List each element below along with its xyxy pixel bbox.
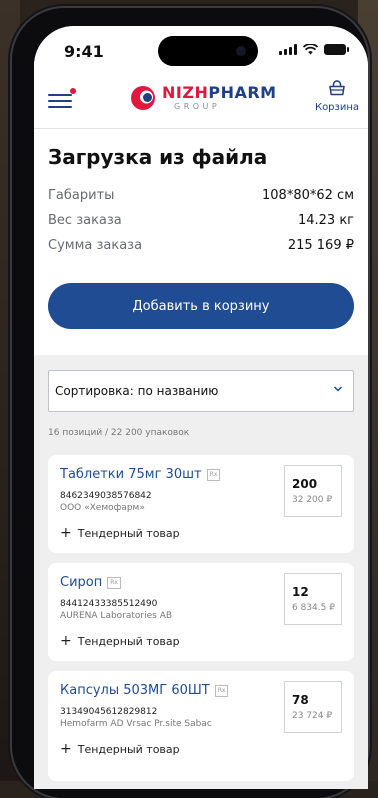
product-name: Таблетки 75мг 30шт: [60, 467, 202, 482]
summary-row-dimensions: Габариты 108*80*62 см: [48, 188, 354, 203]
logo-group: GROUP: [174, 102, 221, 111]
product-code: 84412433385512490: [60, 599, 158, 609]
summary-label: Габариты: [48, 188, 115, 203]
page-title: Загрузка из файла: [48, 145, 268, 169]
sort-label: Сортировка: по названию: [55, 384, 219, 398]
menu-icon[interactable]: [48, 88, 76, 110]
summary-row-weight: Вес заказа 14.23 кг: [48, 213, 354, 228]
product-name: Капсулы 503МГ 60ШТ: [60, 683, 210, 698]
tender-toggle[interactable]: + Тендерный товар: [60, 525, 180, 541]
cart-label: Корзина: [314, 102, 360, 113]
summary-value: 14.23 кг: [297, 213, 354, 228]
tender-label: Тендерный товар: [77, 634, 180, 648]
plus-icon: +: [60, 741, 72, 757]
logo-text: NIZHPHARM GROUP: [162, 85, 277, 111]
status-icons: [279, 44, 349, 55]
chevron-down-icon: [333, 386, 343, 392]
cart-button[interactable]: Корзина: [314, 80, 360, 113]
battery-icon: [324, 44, 349, 55]
status-time: 9:41: [64, 42, 104, 61]
tender-label: Тендерный товар: [77, 742, 180, 756]
quantity-value: 12: [292, 585, 309, 599]
product-manufacturer: Hemofarm AD Vrsac Pr.site Sabac: [60, 719, 212, 729]
signal-icon: [279, 44, 297, 55]
quantity-box[interactable]: 200 32 200 ₽: [284, 465, 342, 517]
summary-label: Сумма заказа: [48, 238, 143, 253]
rx-badge: Rx: [214, 684, 229, 697]
product-manufacturer: AURENA Laboratories AB: [60, 611, 173, 621]
product-name: Сироп: [60, 575, 103, 590]
product-code: 8462349038576842: [60, 491, 152, 501]
notification-dot: [70, 88, 76, 94]
tender-toggle[interactable]: + Тендерный товар: [60, 633, 180, 649]
summary-value: 108*80*62 см: [262, 188, 354, 203]
wifi-icon: [303, 44, 318, 55]
quantity-value: 78: [292, 693, 309, 707]
add-to-cart-button[interactable]: Добавить в корзину: [48, 283, 354, 329]
quantity-box[interactable]: 78 23 724 ₽: [284, 681, 342, 733]
camera-icon: [236, 46, 246, 56]
phone-frame: 9:41 NIZHPHARM GROUP Корзина Загрузка из…: [12, 8, 368, 798]
item-sum: 23 724 ₽: [292, 711, 333, 721]
product-card: Капсулы 503МГ 60ШТ Rx 31349045612829812 H…: [48, 671, 354, 781]
rx-badge: Rx: [206, 468, 221, 481]
items-count: 16 позиций / 22 200 упаковок: [48, 428, 190, 438]
plus-icon: +: [60, 525, 72, 541]
nizhpharm-logo[interactable]: NIZHPHARM GROUP: [130, 78, 277, 118]
summary-label: Вес заказа: [48, 213, 122, 228]
product-card: Таблетки 75мг 30шт Rx 8462349038576842 ОО…: [48, 455, 354, 553]
status-bar: 9:41: [34, 26, 368, 76]
screen: 9:41 NIZHPHARM GROUP Корзина Загрузка из…: [34, 26, 368, 789]
quantity-value: 200: [292, 477, 318, 491]
rx-badge: Rx: [107, 576, 121, 589]
dynamic-island: [158, 36, 258, 66]
product-code: 31349045612829812: [60, 707, 158, 717]
summary-row-total: Сумма заказа 215 169 ₽: [48, 238, 354, 253]
logo-mark-icon: [131, 86, 155, 110]
tender-toggle[interactable]: + Тендерный товар: [60, 741, 180, 757]
product-manufacturer: ООО «Хемофарм»: [60, 503, 145, 513]
sort-select[interactable]: Сортировка: по названию: [48, 370, 354, 412]
tender-label: Тендерный товар: [77, 526, 180, 540]
product-list: Сортировка: по названию 16 позиций / 22 …: [34, 355, 368, 789]
quantity-box[interactable]: 12 6 834.5 ₽: [284, 573, 342, 625]
product-name-link[interactable]: Капсулы 503МГ 60ШТ Rx: [60, 683, 229, 698]
summary-value: 215 169 ₽: [287, 238, 354, 253]
product-card: Сироп Rx 84412433385512490 AURENA Laborat…: [48, 563, 354, 661]
logo-wordmark: NIZHPHARM: [162, 83, 277, 102]
product-name-link[interactable]: Сироп Rx: [60, 575, 121, 590]
plus-icon: +: [60, 633, 72, 649]
app-header: NIZHPHARM GROUP Корзина: [34, 76, 368, 129]
product-name-link[interactable]: Таблетки 75мг 30шт Rx: [60, 467, 221, 482]
cart-icon: [329, 80, 345, 96]
order-summary: Загрузка из файла Габариты 108*80*62 см …: [34, 129, 368, 355]
item-sum: 32 200 ₽: [292, 495, 333, 505]
item-sum: 6 834.5 ₽: [292, 603, 335, 613]
